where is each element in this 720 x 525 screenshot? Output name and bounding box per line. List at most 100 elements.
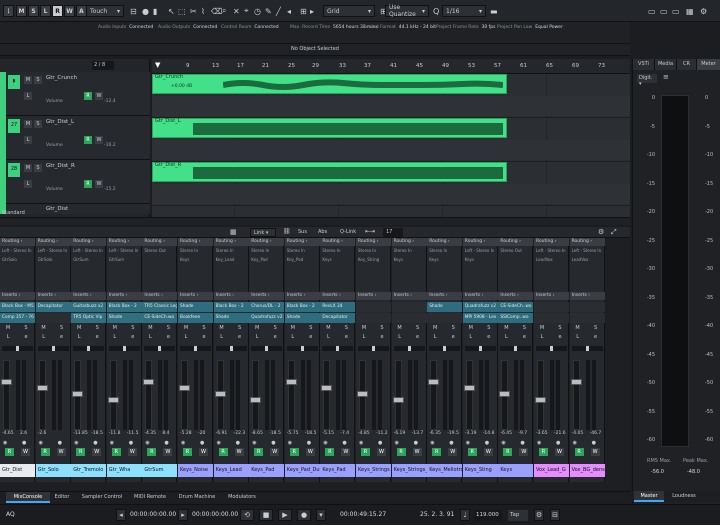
channel-record-icon[interactable]: ● [200,440,204,446]
channel-write-button[interactable]: W [234,448,244,456]
channel-fader[interactable] [36,360,48,430]
insert-slot[interactable]: Quadrafuzz v2 [249,313,285,323]
inserts-header[interactable]: Inserts › [284,292,320,300]
layout-right-icon[interactable]: ▭ [672,5,680,17]
fader-cap[interactable] [250,397,262,403]
channel-edit-icon[interactable]: e [591,334,601,340]
mute-button[interactable]: M [16,5,27,17]
channel-edit-icon[interactable]: e [413,334,423,340]
settings-icon[interactable]: ⚙ [598,228,604,236]
insert-slot[interactable] [534,313,569,323]
routing-output[interactable]: LeadVox [572,257,604,262]
routing-header[interactable]: Routing › [356,238,391,246]
fader-value[interactable]: -4.35 [144,431,156,436]
channel-listen-button[interactable]: L [110,334,120,340]
tab-sampler-control[interactable]: Sampler Control [78,492,126,503]
channel-record-icon[interactable]: ● [378,440,382,446]
channel-record-icon[interactable]: ● [236,440,240,446]
channel-mute-button[interactable]: M [217,325,227,331]
channel-read-button[interactable]: R [289,448,299,456]
channel-fader[interactable] [392,360,404,430]
routing-input[interactable]: Stereo Out [500,248,532,253]
channel-edit-icon[interactable]: e [128,334,138,340]
automation-lane[interactable] [152,96,630,116]
channel-read-button[interactable]: R [218,448,228,456]
insert-slot[interactable] [356,313,391,323]
inserts-header[interactable]: Inserts › [320,292,356,300]
channel-mute-button[interactable]: M [323,325,333,331]
channel-monitor-icon[interactable]: ◉ [145,440,149,446]
channel-edit-icon[interactable]: e [199,334,209,340]
fader-value[interactable]: -6.91 [216,431,228,436]
channel-name[interactable]: Keys_Strings_Dub [391,464,427,477]
pan-control[interactable] [322,346,354,351]
marker-icon[interactable]: ▮ [153,5,157,17]
channel-record-icon[interactable]: ● [307,440,311,446]
routing-input[interactable]: Left - Stereo In [109,248,141,253]
channel-edit-icon[interactable]: e [163,334,173,340]
channel-read-button[interactable]: R [539,448,548,456]
channel-monitor-icon[interactable]: ◉ [430,440,434,446]
channel-listen-button[interactable]: L [395,334,405,340]
channel-name[interactable]: Gtr_Tremolo [71,464,107,477]
channel-listen-button[interactable]: L [288,334,298,340]
channel-edit-icon[interactable]: e [341,334,351,340]
channel-solo-button[interactable]: S [270,325,280,331]
play-icon[interactable]: ▶ [278,509,292,521]
link-icon[interactable]: ⛓ [283,228,291,235]
routing-output[interactable]: Key_Pad [287,257,319,262]
channel-edit-icon[interactable]: e [57,334,67,340]
tab-master[interactable]: Master [634,491,664,502]
routing-output[interactable]: GtrSolo [2,257,34,262]
channel-listen-button[interactable]: L [252,334,262,340]
routing-input[interactable]: Stereo Out [144,248,176,253]
track-name[interactable]: Gtr_Crunch [46,75,77,81]
track-monitor-icon[interactable]: ◗ [8,75,20,89]
playhead-marker-icon[interactable]: ▼ [155,61,160,69]
tab-modulators[interactable]: Modulators [222,492,262,503]
channel-write-button[interactable]: W [56,448,66,456]
channel-solo-button[interactable]: S [341,325,351,331]
fader-value[interactable]: -5.28 [180,431,192,436]
insert-slot[interactable]: Black Box - 2 [284,302,320,312]
insert-slot[interactable] [427,313,463,323]
channel-read-button[interactable]: R [432,448,442,456]
read-button[interactable]: R [52,5,63,17]
nudge-icon[interactable]: ▸ [310,5,314,17]
channel-listen-button[interactable]: L [145,334,155,340]
erase-tool-icon[interactable]: ⌫ [211,5,222,17]
channel-monitor-icon[interactable]: ◉ [288,440,292,446]
track-read-button[interactable]: R [84,136,92,144]
channel-fader[interactable] [107,360,119,430]
channel-monitor-icon[interactable]: ◉ [110,440,114,446]
channel-edit-icon[interactable]: e [306,334,316,340]
draw-tool-icon[interactable]: ✎ [265,5,272,17]
channel-name[interactable]: GtrSum [142,464,178,477]
channel-edit-icon[interactable]: e [235,334,245,340]
layout-grid-icon[interactable]: ▦ [686,5,694,17]
channel-record-icon[interactable]: ● [129,440,133,446]
pan-control[interactable] [500,346,532,351]
routing-output[interactable]: Key_Lead [216,257,248,262]
insert-slot[interactable]: Black Box - 2 [106,302,142,312]
routing-input[interactable]: Left - Stereo In [572,248,604,253]
channel-edit-icon[interactable]: e [270,334,280,340]
routing-input[interactable]: Stereo In [394,248,426,253]
insert-slot[interactable]: MPl 5908 - Lex [462,313,498,323]
metronome-icon[interactable]: ♩ [460,509,470,521]
insert-slot[interactable]: RevLX 24 [320,302,356,312]
insert-slot[interactable]: Shade [284,313,320,323]
channel-fader[interactable] [499,360,511,430]
routing-header[interactable]: Routing › [569,238,605,246]
channel-record-icon[interactable]: ● [520,440,524,446]
routing-output[interactable]: GtrSum [109,257,141,262]
inserts-header[interactable]: Inserts › [0,292,35,300]
insert-slot[interactable]: Black Box - 2 [213,302,249,312]
channel-edit-icon[interactable]: e [21,334,31,340]
track-volume-value[interactable]: -15.2 [104,187,116,192]
sync-icon[interactable]: ⚙ [534,509,544,521]
track-volume-value[interactable]: -12.4 [104,99,116,104]
channel-read-button[interactable]: R [40,448,50,456]
channel-read-button[interactable]: R [396,448,406,456]
routing-header[interactable]: Routing › [391,238,427,246]
